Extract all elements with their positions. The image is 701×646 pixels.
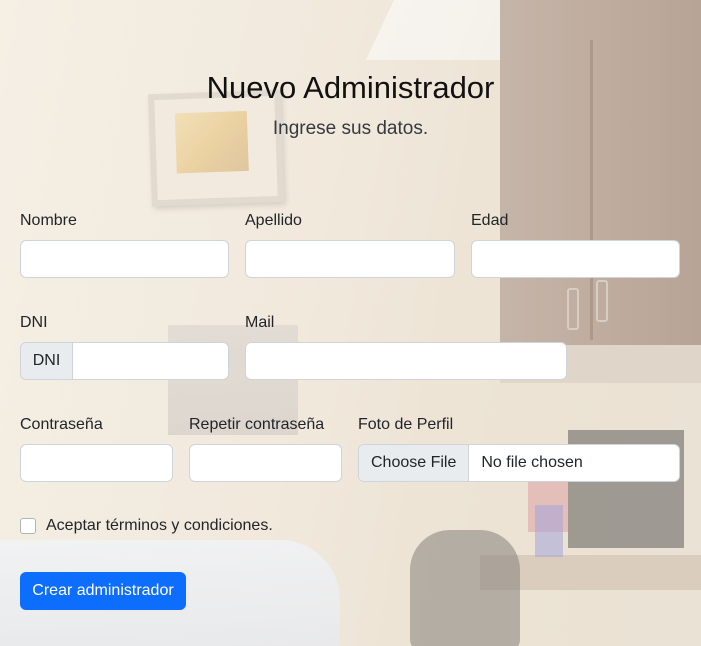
mail-label: Mail xyxy=(245,314,275,331)
contrasena-input[interactable] xyxy=(20,444,173,482)
choose-file-button[interactable]: Choose File xyxy=(359,445,470,481)
registration-form: Nuevo Administrador Ingrese sus datos. N… xyxy=(0,0,701,646)
terms-checkbox-row[interactable]: Aceptar términos y condiciones. xyxy=(20,517,273,535)
terms-label[interactable]: Aceptar términos y condiciones. xyxy=(46,517,273,535)
dni-addon: DNI xyxy=(20,342,73,380)
dni-input[interactable] xyxy=(73,342,229,380)
apellido-label: Apellido xyxy=(245,212,302,229)
dni-input-group: DNI xyxy=(20,342,229,380)
apellido-input[interactable] xyxy=(245,240,455,278)
mail-input[interactable] xyxy=(245,342,567,380)
edad-label: Edad xyxy=(471,212,509,229)
foto-perfil-label: Foto de Perfil xyxy=(358,416,454,433)
edad-input[interactable] xyxy=(471,240,680,278)
contrasena-label: Contraseña xyxy=(20,416,103,433)
repetir-contrasena-label: Repetir contraseña xyxy=(189,416,325,433)
nombre-input[interactable] xyxy=(20,240,229,278)
page-title: Nuevo Administrador xyxy=(206,70,495,105)
dni-label: DNI xyxy=(20,314,48,331)
terms-checkbox[interactable] xyxy=(20,518,36,534)
file-status: No file chosen xyxy=(481,454,583,471)
foto-perfil-file-input[interactable]: Choose File No file chosen xyxy=(358,444,680,482)
repetir-contrasena-input[interactable] xyxy=(189,444,342,482)
crear-administrador-button[interactable]: Crear administrador xyxy=(20,572,186,610)
nombre-label: Nombre xyxy=(20,212,77,229)
page-subtitle: Ingrese sus datos. xyxy=(272,118,429,139)
